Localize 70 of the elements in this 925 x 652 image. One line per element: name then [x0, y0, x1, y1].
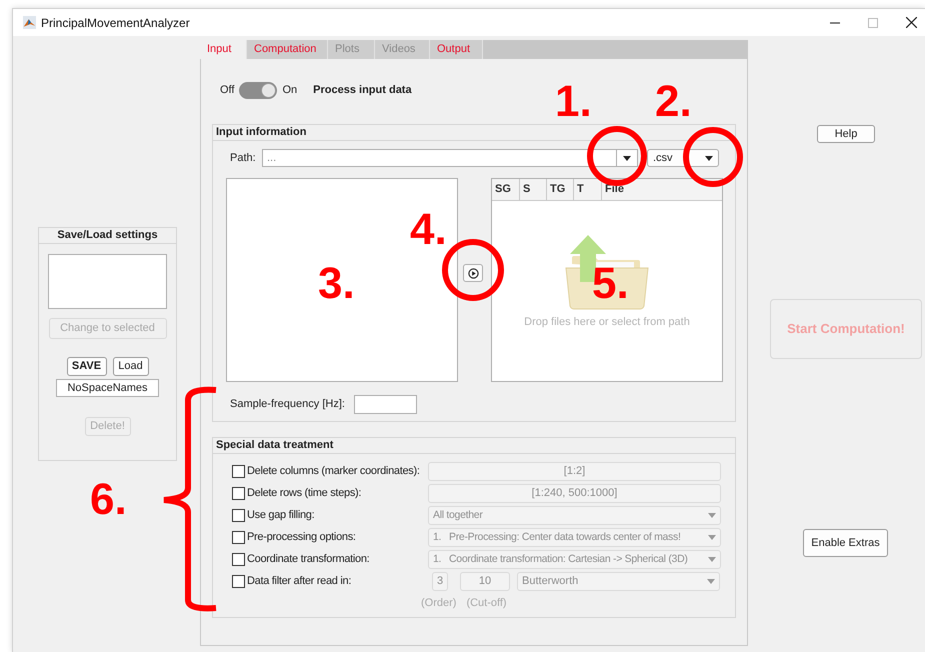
switch-label: On	[282, 82, 298, 98]
panel-title: Input information	[216, 125, 306, 140]
caret-icon	[708, 535, 716, 540]
caret-icon	[705, 156, 713, 160]
switch-label: Off	[220, 82, 234, 98]
panel-title: Special data treatment	[216, 438, 334, 454]
help-button[interactable]: Help	[817, 125, 875, 143]
tab[interactable]: Input	[200, 40, 247, 59]
field-caption: (Cut-off)	[466, 596, 507, 609]
column-header[interactable]: TG	[547, 179, 574, 200]
checkbox[interactable]	[232, 553, 245, 566]
load-button[interactable]: Load	[112, 357, 148, 376]
panel-title: Save/Load settings	[57, 228, 158, 244]
option-dropdown[interactable]: 1. Coordinate transformation: Cartesian -> Spherical (3D)	[428, 550, 721, 569]
folder-upload-icon	[564, 234, 650, 310]
order-field[interactable]: 3	[432, 572, 448, 591]
drop-hint: Drop files here or select from path	[524, 315, 690, 330]
tab[interactable]: Computation	[247, 40, 328, 59]
cutoff-field[interactable]: 10	[460, 572, 510, 591]
window-title: PrincipalMovementAnalyzer	[41, 14, 190, 32]
column-header[interactable]: SG	[492, 179, 520, 200]
annotation-number: 2.	[655, 80, 692, 124]
filter-dropdown[interactable]: Butterworth	[517, 572, 720, 591]
option-label: Data filter after read in:	[247, 574, 352, 590]
toggle-switch[interactable]	[239, 82, 278, 98]
column-header[interactable]: T	[574, 179, 602, 200]
play-button[interactable]	[463, 264, 483, 282]
annotation-number: 6.	[90, 478, 127, 522]
option-label: Use gap filling:	[247, 508, 316, 524]
maximize-icon	[868, 18, 878, 28]
column-header[interactable]: S	[520, 179, 547, 200]
path-field[interactable]: ...	[262, 149, 638, 167]
checkbox[interactable]	[232, 465, 245, 478]
annotation-number: 1.	[555, 80, 592, 124]
path-label: Path:	[230, 150, 257, 166]
close-icon	[906, 17, 917, 28]
option-label: Delete rows (time steps):	[247, 486, 362, 502]
app-icon	[23, 16, 36, 29]
annotation-number: 3.	[318, 262, 355, 306]
option-label: Pre-processing options:	[247, 530, 357, 546]
file-list[interactable]	[226, 178, 458, 382]
name-field[interactable]: NoSpaceNames	[56, 379, 159, 397]
extras-button[interactable]: Enable Extras	[803, 529, 888, 557]
annotation-circle	[442, 239, 504, 301]
annotation-circle	[683, 127, 743, 187]
tab[interactable]: Output	[430, 40, 483, 59]
caret-icon	[707, 579, 715, 584]
checkbox[interactable]	[232, 509, 245, 522]
field-caption: (Order)	[421, 596, 456, 609]
option-label: Delete columns (marker coordinates):	[247, 464, 421, 480]
caret-icon	[623, 156, 631, 160]
checkbox[interactable]	[232, 575, 245, 588]
checkbox[interactable]	[232, 531, 245, 544]
extension-dropdown[interactable]: .csv	[647, 149, 719, 167]
annotation-number: 5.	[592, 262, 629, 306]
save-button[interactable]: SAVE	[66, 357, 106, 376]
frequency-label: Sample-frequency [Hz]:	[230, 397, 346, 412]
play-icon	[468, 268, 478, 278]
value-field[interactable]: [1:2]	[428, 462, 721, 481]
annotation-circle	[587, 126, 647, 186]
caret-icon	[708, 513, 716, 518]
caret-icon	[708, 557, 716, 562]
value-field[interactable]: [1:240, 500:1000]	[428, 484, 721, 503]
option-dropdown[interactable]: 1. Pre-Processing: Center data towards center of mass!	[428, 528, 721, 547]
option-label: Coordinate transformation:	[247, 552, 370, 568]
switch-caption: Process input data	[313, 82, 412, 98]
frequency-field[interactable]	[354, 395, 417, 414]
checkbox[interactable]	[232, 487, 245, 500]
annotation-number: 4.	[410, 208, 447, 252]
option-dropdown[interactable]: All together	[428, 506, 721, 525]
